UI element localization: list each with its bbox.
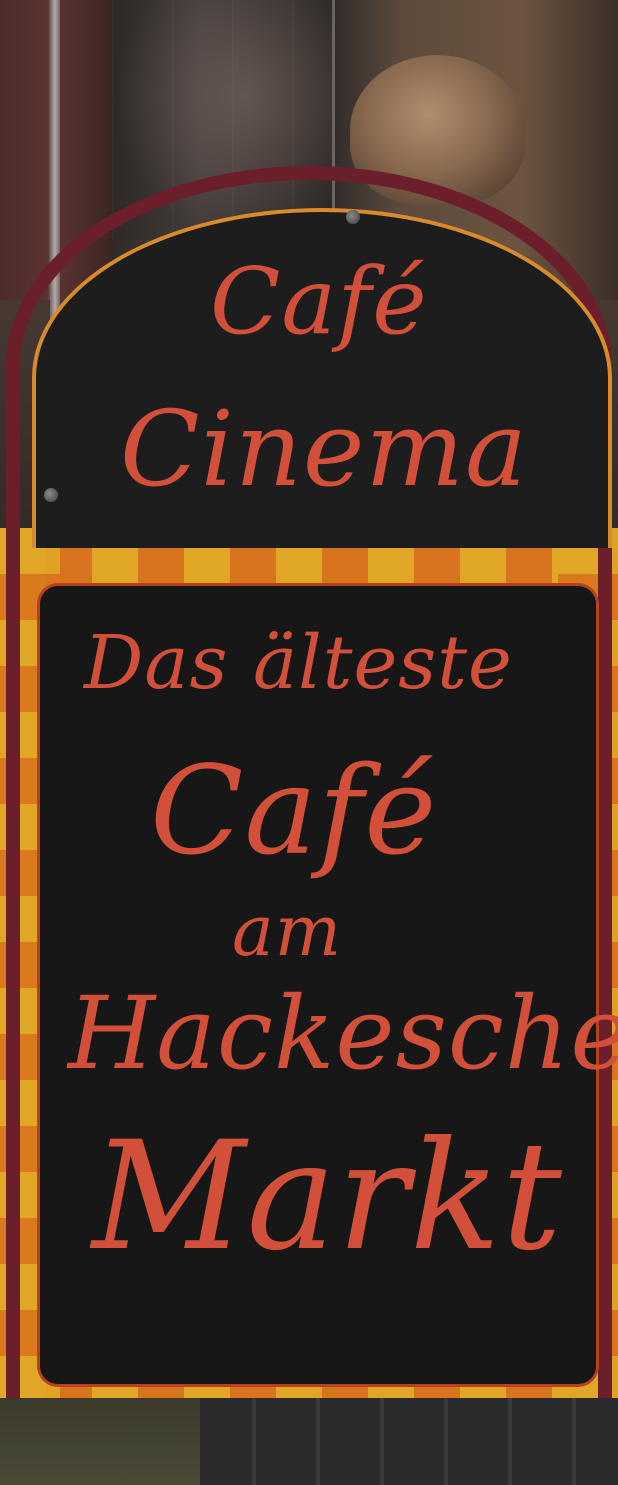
photo-scene: Café Cinema Das älteste Café am Hackesch…	[0, 0, 618, 1485]
bolt-icon	[346, 210, 360, 224]
sign-header-line2: Cinema	[120, 388, 528, 510]
bolt-icon	[44, 488, 58, 502]
board-line2: Café	[150, 740, 438, 882]
sign-header-line1: Café	[210, 248, 428, 355]
grass-patch	[0, 1398, 200, 1485]
board-line5: Markt	[92, 1110, 563, 1284]
board-line4: Hackeschen	[68, 975, 618, 1092]
board-line1: Das älteste	[84, 620, 513, 706]
board-line3: am	[232, 890, 343, 972]
